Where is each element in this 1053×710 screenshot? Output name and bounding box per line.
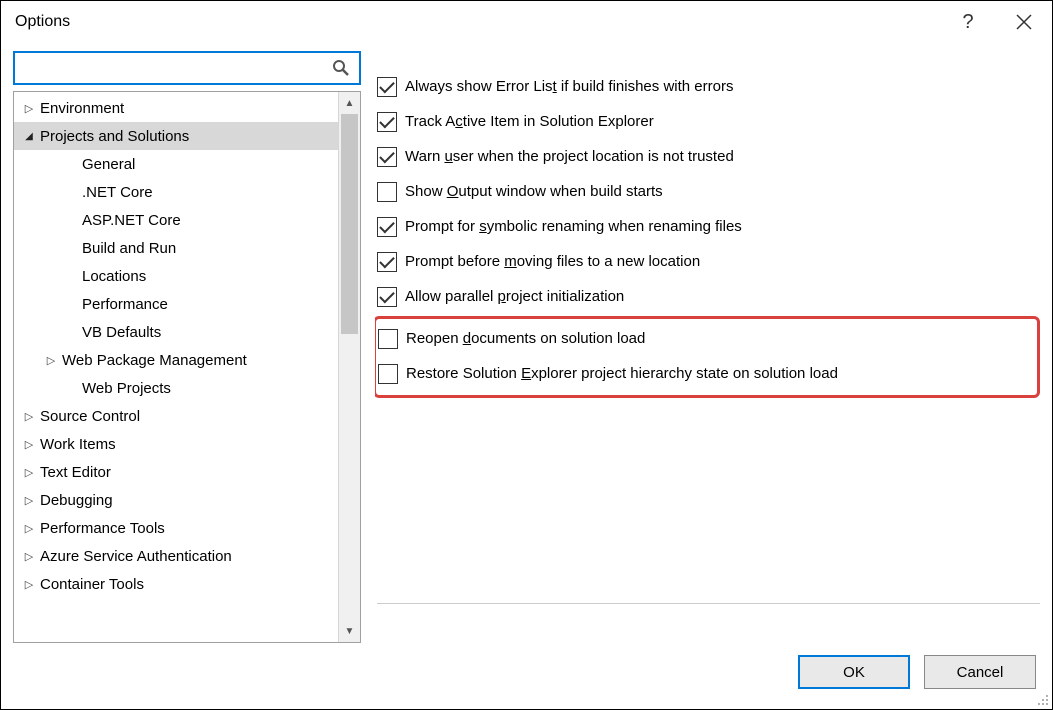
chevron-right-icon[interactable]: ▷	[20, 494, 38, 507]
option-label[interactable]: Restore Solution Explorer project hierar…	[406, 365, 838, 382]
option-row: Allow parallel project initialization	[377, 279, 1040, 314]
ok-button[interactable]: OK	[798, 655, 910, 689]
option-row: Warn user when the project location is n…	[377, 139, 1040, 174]
checkbox[interactable]	[377, 112, 397, 132]
close-button[interactable]	[996, 1, 1052, 43]
option-label[interactable]: Always show Error List if build finishes…	[405, 78, 733, 95]
tree-item-label: Performance	[80, 296, 168, 313]
tree-item[interactable]: ▷Source Control	[14, 402, 338, 430]
highlighted-options: Reopen documents on solution load Restore…	[375, 316, 1040, 398]
tree-item[interactable]: Performance	[14, 290, 338, 318]
chevron-right-icon[interactable]: ▷	[20, 578, 38, 591]
scroll-thumb[interactable]	[341, 114, 358, 334]
checkbox[interactable]	[377, 252, 397, 272]
tree-item[interactable]: .NET Core	[14, 178, 338, 206]
option-row: Restore Solution Explorer project hierar…	[378, 356, 1031, 391]
checkbox[interactable]	[378, 364, 398, 384]
tree-item[interactable]: ▷Environment	[14, 94, 338, 122]
search-input[interactable]	[19, 53, 329, 83]
tree-item-label: Work Items	[38, 436, 116, 453]
category-tree: ▷Environment◢Projects and SolutionsGener…	[13, 91, 361, 643]
option-label[interactable]: Prompt before moving files to a new loca…	[405, 253, 700, 270]
checkbox[interactable]	[377, 77, 397, 97]
options-dialog: Options ? ▷Environment◢Projects and	[0, 0, 1053, 710]
tree-item-label: Locations	[80, 268, 146, 285]
option-row: Prompt before moving files to a new loca…	[377, 244, 1040, 279]
tree-item-label: Environment	[38, 100, 124, 117]
cancel-button[interactable]: Cancel	[924, 655, 1036, 689]
tree-item-label: Projects and Solutions	[38, 128, 189, 145]
checkbox[interactable]	[377, 147, 397, 167]
option-row: Show Output window when build starts	[377, 174, 1040, 209]
tree-item-label: Build and Run	[80, 240, 176, 257]
help-button[interactable]: ?	[940, 1, 996, 43]
chevron-down-icon[interactable]: ◢	[20, 131, 38, 142]
option-row: Prompt for symbolic renaming when renami…	[377, 209, 1040, 244]
chevron-right-icon[interactable]: ▷	[20, 550, 38, 563]
footer-separator	[377, 603, 1040, 604]
tree-item[interactable]: ▷Web Package Management	[14, 346, 338, 374]
titlebar: Options ?	[1, 1, 1052, 43]
tree-item[interactable]: General	[14, 150, 338, 178]
option-label[interactable]: Warn user when the project location is n…	[405, 148, 734, 165]
tree-item-label: VB Defaults	[80, 324, 161, 341]
chevron-right-icon[interactable]: ▷	[42, 354, 60, 367]
tree-item-label: Debugging	[38, 492, 113, 509]
tree-item[interactable]: ▷Text Editor	[14, 458, 338, 486]
chevron-right-icon[interactable]: ▷	[20, 102, 38, 115]
tree-item-label: Azure Service Authentication	[38, 548, 232, 565]
content-area: ▷Environment◢Projects and SolutionsGener…	[1, 43, 1052, 643]
search-icon	[329, 56, 353, 80]
tree-item[interactable]: Web Projects	[14, 374, 338, 402]
checkbox[interactable]	[377, 287, 397, 307]
tree-item[interactable]: Build and Run	[14, 234, 338, 262]
tree-item-label: Source Control	[38, 408, 140, 425]
tree-item-label: Web Projects	[80, 380, 171, 397]
chevron-right-icon[interactable]: ▷	[20, 410, 38, 423]
option-row: Always show Error List if build finishes…	[377, 69, 1040, 104]
tree-item-label: Web Package Management	[60, 352, 247, 369]
dialog-footer: OK Cancel	[1, 643, 1052, 709]
option-row: Reopen documents on solution load	[378, 321, 1031, 356]
checkbox[interactable]	[377, 182, 397, 202]
tree-item-label: Performance Tools	[38, 520, 165, 537]
tree-item[interactable]: ▷Debugging	[14, 486, 338, 514]
tree-item[interactable]: ◢Projects and Solutions	[14, 122, 338, 150]
checkbox[interactable]	[377, 217, 397, 237]
tree-item[interactable]: ▷Performance Tools	[14, 514, 338, 542]
left-pane: ▷Environment◢Projects and SolutionsGener…	[13, 51, 361, 643]
tree-item[interactable]: ▷Container Tools	[14, 570, 338, 598]
chevron-right-icon[interactable]: ▷	[20, 438, 38, 451]
tree-item[interactable]: Locations	[14, 262, 338, 290]
scroll-up-icon[interactable]: ▲	[339, 92, 360, 114]
tree-item[interactable]: ▷Work Items	[14, 430, 338, 458]
options-list: Always show Error List if build finishes…	[377, 69, 1040, 314]
option-row: Track Active Item in Solution Explorer	[377, 104, 1040, 139]
chevron-right-icon[interactable]: ▷	[20, 522, 38, 535]
option-label[interactable]: Show Output window when build starts	[405, 183, 663, 200]
tree-item[interactable]: ▷Azure Service Authentication	[14, 542, 338, 570]
option-label[interactable]: Prompt for symbolic renaming when renami…	[405, 218, 742, 235]
option-label[interactable]: Reopen documents on solution load	[406, 330, 645, 347]
close-icon	[1016, 14, 1032, 30]
tree-scrollbar[interactable]: ▲ ▼	[338, 92, 360, 642]
settings-panel: Always show Error List if build finishes…	[375, 51, 1040, 643]
option-label[interactable]: Track Active Item in Solution Explorer	[405, 113, 654, 130]
resize-grip-icon[interactable]	[1035, 692, 1049, 706]
scroll-down-icon[interactable]: ▼	[339, 620, 360, 642]
search-box[interactable]	[13, 51, 361, 85]
tree-item[interactable]: VB Defaults	[14, 318, 338, 346]
tree-item-label: Text Editor	[38, 464, 111, 481]
tree-list[interactable]: ▷Environment◢Projects and SolutionsGener…	[14, 92, 338, 642]
tree-item-label: ASP.NET Core	[80, 212, 181, 229]
tree-item[interactable]: ASP.NET Core	[14, 206, 338, 234]
option-label[interactable]: Allow parallel project initialization	[405, 288, 624, 305]
dialog-title: Options	[15, 13, 940, 31]
checkbox[interactable]	[378, 329, 398, 349]
chevron-right-icon[interactable]: ▷	[20, 466, 38, 479]
tree-item-label: General	[80, 156, 135, 173]
tree-item-label: Container Tools	[38, 576, 144, 593]
tree-item-label: .NET Core	[80, 184, 153, 201]
